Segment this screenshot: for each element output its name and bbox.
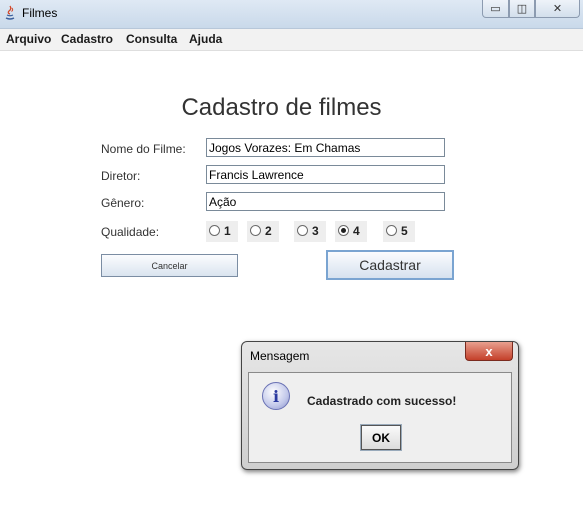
radio-circle-selected [338,225,349,236]
info-icon-glyph: i [272,386,280,406]
title-bar: Filmes ▭ ◫ ✕ [0,0,583,29]
radio-label: 4 [353,224,360,238]
quality-radio-4[interactable]: 4 [335,221,367,242]
quality-radio-3[interactable]: 3 [294,221,326,242]
radio-label: 1 [224,224,231,238]
message-dialog: Mensagem x i Cadastrado com sucesso! OK [241,341,519,470]
radio-circle [250,225,261,236]
info-icon: i [262,382,290,410]
quality-radio-1[interactable]: 1 [206,221,238,242]
movie-name-label: Nome do Filme: [101,142,186,156]
save-button[interactable]: Cadastrar [326,250,454,280]
movie-name-input[interactable]: Jogos Vorazes: Em Chamas [206,138,445,157]
radio-circle [386,225,397,236]
menu-arquivo[interactable]: Arquivo [6,32,51,46]
dialog-body: i Cadastrado com sucesso! OK [248,372,512,463]
window-title: Filmes [22,6,58,20]
maximize-icon: ◫ [516,3,528,15]
radio-circle [209,225,220,236]
quality-radio-2[interactable]: 2 [247,221,279,242]
java-app-icon [5,5,15,20]
minimize-icon: ▭ [490,3,501,15]
radio-label: 5 [401,224,408,238]
close-icon: ✕ [552,3,563,15]
maximize-button[interactable]: ◫ [509,0,535,18]
director-label: Diretor: [101,169,141,183]
menu-consulta[interactable]: Consulta [126,32,177,46]
close-icon: x [485,343,493,359]
minimize-button[interactable]: ▭ [482,0,509,18]
menu-bar: Arquivo Cadastro Consulta Ajuda [0,29,583,51]
director-input[interactable]: Francis Lawrence [206,165,445,184]
menu-cadastro[interactable]: Cadastro [61,32,113,46]
radio-label: 3 [312,224,319,238]
dialog-title: Mensagem [250,349,310,363]
form-title: Cadastro de filmes [181,94,382,121]
radio-circle [297,225,308,236]
quality-label: Qualidade: [101,225,160,239]
dialog-message: Cadastrado com sucesso! [307,394,457,408]
dialog-close-button[interactable]: x [465,342,513,361]
quality-radio-5[interactable]: 5 [383,221,415,242]
radio-label: 2 [265,224,272,238]
ok-button[interactable]: OK [360,424,402,451]
cancel-button[interactable]: Cancelar [101,254,238,277]
genre-input[interactable]: Ação [206,192,445,211]
menu-ajuda[interactable]: Ajuda [189,32,222,46]
close-window-button[interactable]: ✕ [535,0,580,18]
genre-label: Gênero: [101,196,145,210]
